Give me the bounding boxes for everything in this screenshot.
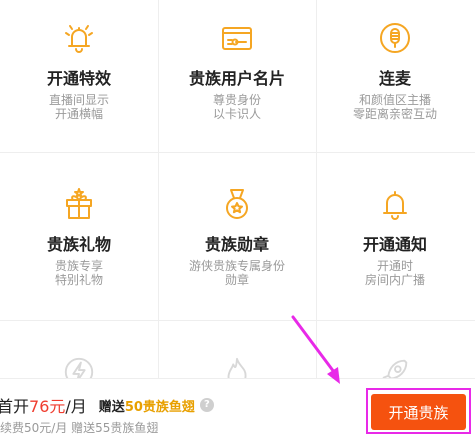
price-info: 首开 76元 /月 赠送 50贵族鱼翅 ? — [0, 393, 214, 417]
bell-icon — [59, 18, 99, 58]
privilege-desc: 和颜值区主播 零距离亲密互动 — [352, 93, 437, 121]
privilege-desc: 游侠贵族专属身份 勋章 — [188, 259, 285, 287]
open-noble-button[interactable]: 开通贵族 — [371, 394, 466, 430]
privilege-desc: 贵族专享 特别礼物 — [54, 259, 103, 287]
price-value: 76元 — [29, 397, 66, 416]
gift-info: 赠送 50贵族鱼翅 ? — [99, 396, 214, 415]
price-suffix: /月 — [65, 397, 87, 416]
privilege-grid: 开通特效 直播间显示 开通横幅 贵族用户名片 尊贵身份 以卡识人 连麦 和颜值区… — [0, 0, 475, 387]
gift-box-icon — [59, 184, 99, 224]
privilege-card[interactable]: 开通特效 直播间显示 开通横幅 — [0, 18, 158, 121]
renew-info: 续费50元/月 赠送55贵族鱼翅 — [0, 421, 159, 435]
privilege-title: 开通特效 — [46, 69, 111, 88]
privilege-title: 贵族勋章 — [204, 235, 269, 254]
privilege-card[interactable]: 连麦 和颜值区主播 零距离亲密互动 — [316, 18, 474, 121]
privilege-card[interactable]: 贵族礼物 贵族专享 特别礼物 — [0, 184, 158, 287]
privilege-title: 贵族用户名片 — [188, 69, 285, 88]
grid-divider — [0, 320, 475, 321]
privilege-desc: 尊贵身份 以卡识人 — [212, 93, 261, 121]
privilege-title: 连麦 — [378, 69, 411, 88]
grid-divider — [0, 152, 475, 153]
privilege-card[interactable]: 贵族用户名片 尊贵身份 以卡识人 — [158, 18, 316, 121]
gift-value: 50贵族鱼翅 — [124, 399, 195, 415]
privilege-card[interactable]: 开通通知 开通时 房间内广播 — [316, 184, 474, 287]
privilege-title: 贵族礼物 — [46, 235, 111, 254]
privilege-desc: 直播间显示 开通横幅 — [48, 93, 109, 121]
privilege-title: 开通通知 — [362, 235, 427, 254]
privilege-desc: 开通时 房间内广播 — [364, 259, 425, 287]
gift-prefix: 赠送 — [98, 399, 125, 415]
privilege-card[interactable]: 贵族勋章 游侠贵族专属身份 勋章 — [158, 184, 316, 287]
bell-icon — [375, 184, 415, 224]
id-card-icon — [217, 18, 257, 58]
help-icon[interactable]: ? — [199, 398, 214, 412]
microphone-icon — [375, 18, 415, 58]
medal-icon — [217, 184, 257, 224]
price-prefix: 首开 — [0, 397, 30, 416]
